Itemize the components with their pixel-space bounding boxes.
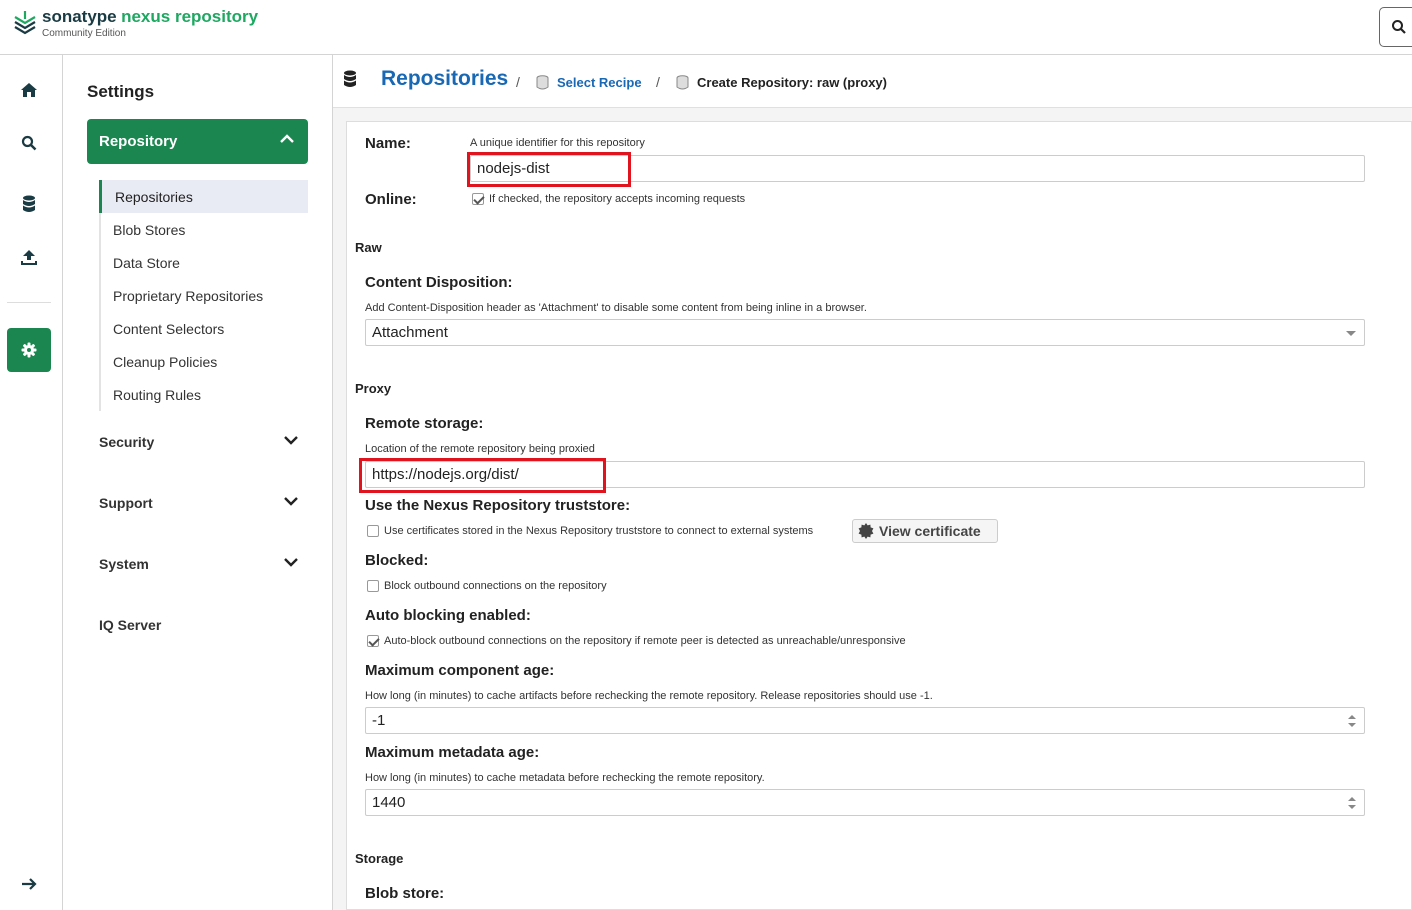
sidebar-group-label: System — [99, 556, 149, 572]
main-content: Repositories / Select Recipe / Create Re… — [333, 55, 1412, 910]
sidebar-item-cleanup-policies[interactable]: Cleanup Policies — [101, 345, 308, 378]
database-icon — [344, 70, 356, 87]
breadcrumb-repositories-link[interactable]: Repositories — [381, 67, 508, 91]
sidebar-group-label: Support — [99, 495, 153, 511]
max-component-age-value: -1 — [372, 712, 386, 729]
section-storage-heading: Storage — [355, 851, 404, 866]
truststore-help: Use certificates stored in the Nexus Rep… — [384, 525, 814, 537]
sidebar-item-proprietary-repositories[interactable]: Proprietary Repositories — [101, 279, 308, 312]
logo-edition-text: Community Edition — [42, 28, 126, 39]
max-component-age-help: How long (in minutes) to cache artifacts… — [365, 690, 933, 702]
sidebar-group-repository[interactable]: Repository — [87, 119, 308, 164]
sidebar-group-security[interactable]: Security — [99, 427, 298, 457]
sidebar-group-support[interactable]: Support — [99, 488, 298, 518]
sidebar-item-repositories[interactable]: Repositories — [99, 180, 308, 213]
online-help: If checked, the repository accepts incom… — [489, 193, 746, 205]
auto-blocking-help: Auto-block outbound connections on the r… — [384, 635, 906, 647]
view-certificate-label: View certificate — [879, 523, 981, 539]
breadcrumb: Repositories / Select Recipe / Create Re… — [333, 55, 1412, 108]
blocked-checkbox[interactable] — [367, 580, 379, 592]
remote-storage-help: Location of the remote repository being … — [365, 443, 595, 455]
dropdown-arrow-icon — [1346, 331, 1356, 336]
max-metadata-age-label: Maximum metadata age: — [365, 744, 540, 761]
remote-storage-label: Remote storage: — [365, 415, 484, 432]
sidebar-item-content-selectors[interactable]: Content Selectors — [101, 312, 308, 345]
chevron-down-icon — [284, 497, 298, 506]
home-icon — [21, 83, 37, 97]
sidebar-item-routing-rules[interactable]: Routing Rules — [101, 378, 308, 411]
truststore-checkbox[interactable] — [367, 525, 379, 537]
sonatype-logo-icon — [14, 11, 36, 35]
view-certificate-button[interactable]: View certificate — [852, 519, 998, 543]
database-outline-icon — [536, 75, 549, 90]
blocked-help: Block outbound connections on the reposi… — [384, 580, 607, 592]
name-help: A unique identifier for this repository — [470, 137, 645, 149]
max-component-age-label: Maximum component age: — [365, 662, 555, 679]
sidebar-group-iq-server[interactable]: IQ Server — [99, 610, 298, 640]
rail-divider — [7, 302, 51, 303]
rail-browse-button[interactable] — [7, 182, 51, 226]
max-metadata-age-input[interactable]: 1440 — [365, 789, 1365, 816]
breadcrumb-current-page: Create Repository: raw (proxy) — [697, 75, 887, 90]
auto-blocking-label: Auto blocking enabled: — [365, 607, 531, 624]
auto-blocking-checkbox[interactable] — [367, 635, 379, 647]
rail-settings-button[interactable] — [7, 328, 51, 372]
breadcrumb-select-recipe-link[interactable]: Select Recipe — [557, 75, 642, 90]
rail-home-button[interactable] — [7, 68, 51, 112]
online-checkbox[interactable] — [472, 193, 484, 205]
sidebar-group-label: Security — [99, 434, 155, 450]
search-icon — [1392, 20, 1406, 34]
certificate-seal-icon — [858, 523, 874, 539]
logo-product-text: nexus repository — [121, 7, 259, 26]
settings-sidebar: Settings Repository Repositories Blob St… — [63, 55, 333, 910]
rail-search-button[interactable] — [7, 121, 51, 165]
arrow-right-icon — [22, 878, 37, 890]
repository-sub-menu: Repositories Blob Stores Data Store Prop… — [99, 180, 308, 411]
name-label: Name: — [365, 135, 411, 152]
database-icon — [23, 195, 35, 212]
rail-expand-button[interactable] — [7, 862, 51, 906]
upload-icon — [21, 249, 37, 265]
truststore-label: Use the Nexus Repository truststore: — [365, 497, 631, 514]
content-disposition-select[interactable]: Attachment — [365, 319, 1365, 346]
sidebar-group-label: Repository — [99, 133, 178, 150]
left-rail — [0, 55, 63, 910]
sidebar-group-label: IQ Server — [99, 617, 162, 633]
chevron-up-icon — [280, 134, 294, 143]
chevron-down-icon — [284, 436, 298, 445]
sidebar-item-data-store[interactable]: Data Store — [101, 246, 308, 279]
chevron-down-icon — [284, 558, 298, 567]
content-disposition-value: Attachment — [372, 324, 448, 341]
sidebar-item-blob-stores[interactable]: Blob Stores — [101, 213, 308, 246]
global-search-button[interactable] — [1379, 7, 1412, 47]
search-icon — [21, 135, 37, 151]
content-disposition-label: Content Disposition: — [365, 274, 513, 291]
remote-storage-input[interactable]: https://nodejs.org/dist/ — [365, 461, 1365, 488]
name-input[interactable]: nodejs-dist — [470, 155, 1365, 182]
section-raw-heading: Raw — [355, 240, 382, 255]
breadcrumb-separator: / — [516, 74, 520, 90]
blob-store-label: Blob store: — [365, 885, 445, 902]
database-outline-icon — [676, 75, 689, 90]
logo-sonatype-text: sonatype — [42, 7, 117, 26]
blocked-label: Blocked: — [365, 552, 429, 569]
breadcrumb-separator: / — [656, 74, 660, 90]
online-label: Online: — [365, 191, 417, 208]
create-repository-form: Name: A unique identifier for this repos… — [346, 121, 1412, 910]
max-component-age-input[interactable]: -1 — [365, 707, 1365, 734]
sidebar-title: Settings — [87, 82, 155, 101]
max-metadata-age-help: How long (in minutes) to cache metadata … — [365, 772, 765, 784]
max-metadata-age-value: 1440 — [372, 794, 406, 811]
top-bar: sonatype nexus repository Community Edit… — [0, 0, 1412, 55]
spinner-arrows-icon — [1348, 715, 1356, 727]
gear-icon — [21, 342, 37, 358]
spinner-arrows-icon — [1348, 797, 1356, 809]
logo[interactable]: sonatype nexus repository Community Edit… — [12, 8, 258, 39]
content-disposition-help: Add Content-Disposition header as 'Attac… — [365, 302, 867, 314]
rail-upload-button[interactable] — [7, 235, 51, 279]
section-proxy-heading: Proxy — [355, 381, 392, 396]
sidebar-group-system[interactable]: System — [99, 549, 298, 579]
